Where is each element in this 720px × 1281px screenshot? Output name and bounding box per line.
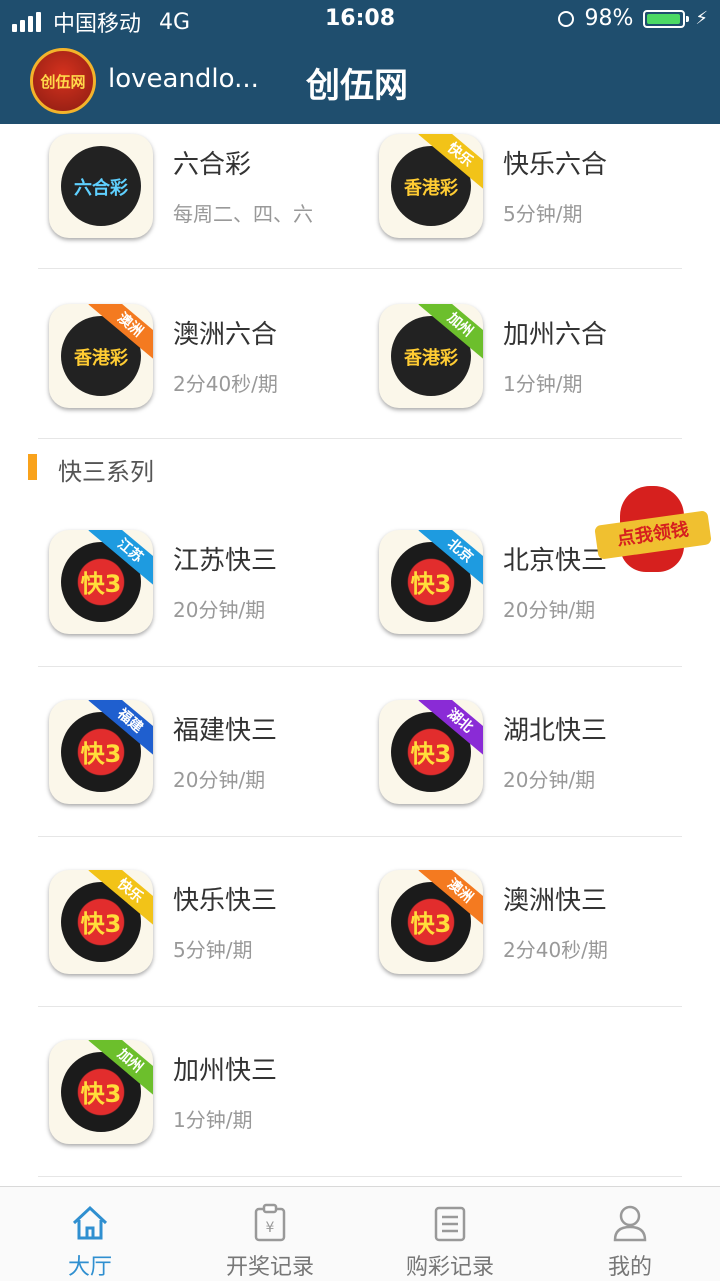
status-bar: 中国移动 4G 16:08 98% ⚡ — [0, 0, 720, 40]
tab-draw-records[interactable]: ¥ 开奖记录 — [180, 1187, 360, 1281]
game-period: 1分钟/期 — [173, 1108, 253, 1132]
charging-bolt-icon: ⚡ — [695, 8, 708, 29]
game-period: 20分钟/期 — [173, 598, 266, 622]
section-accent-bar — [28, 454, 37, 480]
game-item-liuhecai[interactable]: 六合彩 六合彩 每周二、四、六 — [49, 124, 371, 268]
kuai3-icon: 快3 湖北 — [379, 700, 483, 804]
tab-purchase-records[interactable]: 购彩记录 — [360, 1187, 540, 1281]
tab-label: 购彩记录 — [405, 1255, 494, 1280]
game-item-jiangsu-k3[interactable]: 快3 江苏 江苏快三 20分钟/期 — [49, 496, 371, 666]
home-icon — [72, 1205, 108, 1240]
battery-percent: 98% — [584, 6, 634, 31]
section-title-text: 快三系列 — [58, 458, 154, 486]
username-label[interactable]: loveandlo... — [108, 64, 259, 94]
game-item-aozhou-k3[interactable]: 快3 澳洲 澳洲快三 2分40秒/期 — [379, 836, 701, 1006]
alarm-icon — [558, 10, 575, 27]
game-item-fujian-k3[interactable]: 快3 福建 福建快三 20分钟/期 — [49, 666, 371, 836]
game-name: 加州六合 — [503, 320, 608, 350]
game-item-hubei-k3[interactable]: 快3 湖北 湖北快三 20分钟/期 — [379, 666, 701, 836]
tab-label: 开奖记录 — [225, 1255, 314, 1280]
game-row: 快3 江苏 江苏快三 20分钟/期 快3 北京 北京快三 20分钟/期 — [38, 496, 682, 667]
game-row: 香港彩 澳洲 澳洲六合 2分40秒/期 香港彩 加州 加州六合 1分钟/期 — [38, 268, 682, 439]
game-period: 20分钟/期 — [503, 598, 596, 622]
game-name: 快乐快三 — [173, 886, 278, 916]
game-period: 每周二、四、六 — [173, 202, 313, 226]
page-title: 创伍网 — [306, 66, 408, 106]
game-row: 快3 加州 加州快三 1分钟/期 — [38, 1006, 682, 1177]
battery-icon — [643, 9, 690, 28]
game-name: 加州快三 — [173, 1056, 278, 1086]
xianggang-cai-icon: 香港彩 澳洲 — [49, 304, 153, 408]
game-name: 湖北快三 — [503, 716, 608, 746]
site-logo[interactable]: 创伍网 — [30, 48, 96, 114]
game-period: 20分钟/期 — [173, 768, 266, 792]
game-period: 1分钟/期 — [503, 372, 583, 396]
kuai3-icon: 快3 澳洲 — [379, 870, 483, 974]
xianggang-cai-icon: 香港彩 加州 — [379, 304, 483, 408]
logo-text: 创伍网 — [40, 72, 86, 91]
tab-mine[interactable]: 我的 — [540, 1187, 720, 1281]
kuai3-icon: 快3 北京 — [379, 530, 483, 634]
bottom-tab-bar: 大厅 ¥ 开奖记录 购彩记录 我的 — [0, 1186, 720, 1281]
clipboard-yen-icon: ¥ — [254, 1203, 286, 1242]
liuhecai-icon: 六合彩 — [49, 134, 153, 238]
tab-hall[interactable]: 大厅 — [0, 1187, 180, 1281]
list-document-icon — [434, 1206, 466, 1242]
game-name: 澳洲快三 — [503, 886, 608, 916]
svg-text:¥: ¥ — [266, 1220, 275, 1236]
red-packet-button[interactable]: 点我领钱 — [594, 486, 714, 576]
game-row: 快3 快乐 快乐快三 5分钟/期 快3 澳洲 澳洲快三 2分40秒/期 — [38, 836, 682, 1007]
game-item-jiazhou-liuhe[interactable]: 香港彩 加州 加州六合 1分钟/期 — [379, 268, 701, 438]
game-list[interactable]: 六合彩 六合彩 每周二、四、六 香港彩 快乐 快乐六合 5分钟/期 香港彩 澳洲… — [0, 124, 720, 1186]
game-item-aozhou-liuhe[interactable]: 香港彩 澳洲 澳洲六合 2分40秒/期 — [49, 268, 371, 438]
game-period: 20分钟/期 — [503, 768, 596, 792]
game-period: 2分40秒/期 — [503, 938, 608, 962]
tab-label: 我的 — [607, 1255, 652, 1280]
kuai3-icon: 快3 江苏 — [49, 530, 153, 634]
app-header: 创伍网 loveandlo... 创伍网 — [0, 40, 720, 124]
game-item-kuaile-liuhe[interactable]: 香港彩 快乐 快乐六合 5分钟/期 — [379, 124, 701, 268]
game-period: 5分钟/期 — [503, 202, 583, 226]
game-row: 六合彩 六合彩 每周二、四、六 香港彩 快乐 快乐六合 5分钟/期 — [38, 124, 682, 269]
kuai3-icon: 快3 加州 — [49, 1040, 153, 1144]
game-name: 福建快三 — [173, 716, 278, 746]
game-period: 5分钟/期 — [173, 938, 253, 962]
kuai3-icon: 快3 福建 — [49, 700, 153, 804]
game-name: 快乐六合 — [503, 150, 608, 180]
game-name: 北京快三 — [503, 546, 608, 576]
game-name: 六合彩 — [173, 150, 252, 180]
kuai3-icon: 快3 快乐 — [49, 870, 153, 974]
game-item-jiazhou-k3[interactable]: 快3 加州 加州快三 1分钟/期 — [49, 1006, 371, 1176]
game-name: 澳洲六合 — [173, 320, 278, 350]
game-name: 江苏快三 — [173, 546, 278, 576]
game-item-kuaile-k3[interactable]: 快3 快乐 快乐快三 5分钟/期 — [49, 836, 371, 1006]
user-icon — [613, 1205, 647, 1242]
game-row: 快3 福建 福建快三 20分钟/期 快3 湖北 湖北快三 20分钟/期 — [38, 666, 682, 837]
tab-label: 大厅 — [67, 1255, 112, 1280]
xianggang-cai-icon: 香港彩 快乐 — [379, 134, 483, 238]
game-period: 2分40秒/期 — [173, 372, 278, 396]
